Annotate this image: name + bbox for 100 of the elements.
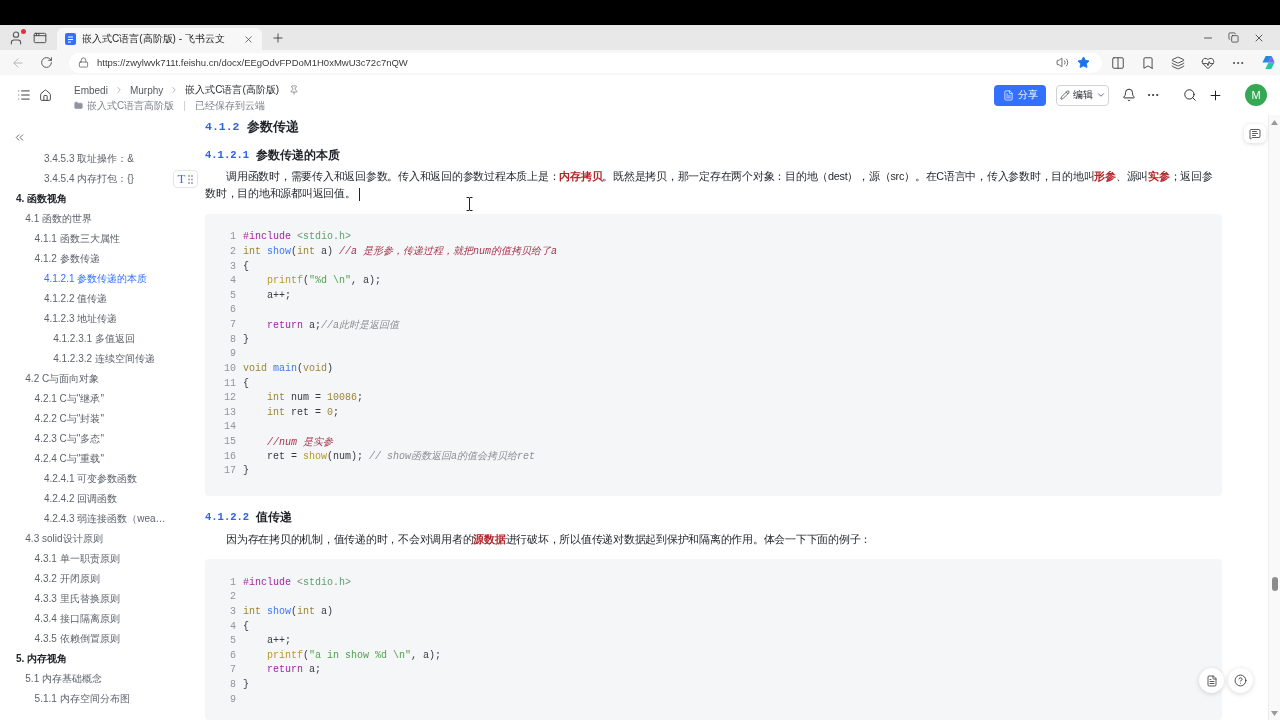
document-icon	[1205, 674, 1218, 687]
toc-item[interactable]: 3.4.5.4 内存打包：{}	[43, 169, 134, 189]
code-line: //num 是实参	[267, 435, 334, 449]
share-button[interactable]: 分享	[994, 84, 1046, 106]
line-number: 8	[229, 333, 236, 345]
code-line: int ret = 0;	[267, 406, 340, 418]
speaker-icon[interactable]	[1056, 56, 1069, 69]
person-icon[interactable]	[8, 29, 24, 46]
toc-item[interactable]: 4.1.2.3.2 连续空间传递	[53, 349, 155, 369]
code-line: a++;	[267, 635, 292, 647]
toc-item[interactable]: 4.3 solid设计原则	[25, 529, 103, 549]
toc-item[interactable]: 4.1.2.2 值传递	[43, 289, 108, 309]
breadcrumb-link[interactable]: Embedi	[74, 84, 108, 96]
toc-item[interactable]: 4.1.2.3 地址传递	[43, 309, 118, 329]
toc-item[interactable]: 4.3.5 依赖倒置原则	[34, 629, 120, 649]
toc-item[interactable]: 5.1 内存基础概念	[25, 669, 102, 689]
folder-link[interactable]: 嵌入式C语言高阶版	[87, 98, 175, 113]
edit-button[interactable]: 编辑	[1056, 84, 1109, 106]
toc-item[interactable]: 4.3.1 单一职责原则	[34, 549, 120, 569]
toc-item[interactable]: 3.4.5.3 取址操作：&	[43, 149, 134, 169]
split-screen-icon[interactable]	[1111, 55, 1125, 70]
line-number: 9	[229, 693, 236, 705]
code-line: }	[243, 333, 249, 345]
heart-pulse-icon[interactable]	[1201, 55, 1215, 70]
close-icon[interactable]	[243, 33, 254, 45]
toc-item[interactable]: 4.1 函数的世界	[25, 209, 92, 229]
line-number: 5	[229, 635, 236, 647]
heading: 值传递	[256, 508, 293, 526]
layers-icon[interactable]	[1171, 55, 1185, 70]
browser-tab[interactable]: 嵌入式C语言(高阶版) - 飞书云文	[57, 28, 262, 50]
toc-item[interactable]: 4. 函数视角	[16, 189, 68, 209]
code-line: ret = show(num); // show函数返回a的值会拷贝给ret	[267, 450, 536, 464]
line-number: 1	[229, 576, 236, 588]
code-line: #include <stdio.h>	[243, 576, 352, 588]
notification-dot-icon	[21, 28, 26, 34]
list-icon[interactable]	[17, 88, 31, 102]
search-icon[interactable]	[1183, 88, 1197, 102]
code-line: void main(void)	[243, 363, 334, 374]
pin-icon[interactable]	[289, 85, 300, 95]
toc-item[interactable]: 4.1.2.3.1 多值返回	[53, 329, 135, 349]
toc-item[interactable]: 5.1.1 内存空间分布图	[34, 689, 130, 709]
toc-item[interactable]: 4.1.2.1 参数传递的本质	[43, 269, 148, 289]
toc-item[interactable]: 4.3.4 接口隔离原则	[34, 609, 120, 629]
line-number: 17	[223, 465, 236, 477]
heading-number: 4.1.2.2	[205, 511, 250, 524]
toc-item[interactable]: 4.2.4.2 回调函数	[43, 489, 118, 509]
up-arrow-icon[interactable]	[1271, 120, 1278, 125]
refresh-icon[interactable]	[40, 56, 53, 69]
toc-item[interactable]: 4.1.2 参数传递	[34, 249, 100, 269]
bookmark-icon[interactable]	[1141, 55, 1155, 70]
line-number: 14	[223, 421, 236, 433]
scrollbar-thumb[interactable]	[1271, 577, 1278, 591]
code-line: return a;	[267, 664, 322, 676]
restore-icon[interactable]	[1228, 32, 1239, 43]
toc-item[interactable]: 4.1.1 函数三大属性	[34, 229, 120, 249]
down-arrow-icon[interactable]	[1271, 711, 1278, 716]
heading-number: 4.1.2.1	[205, 149, 250, 162]
window-icon[interactable]	[33, 30, 47, 45]
help-icon	[1234, 674, 1247, 687]
code-line: }	[243, 465, 249, 477]
line-number: 1	[229, 231, 236, 243]
line-number: 3	[229, 605, 236, 617]
star-icon[interactable]	[1077, 56, 1090, 69]
toc-item[interactable]: 4.2.3 C与"多态"	[34, 429, 104, 449]
comment-button[interactable]	[1244, 124, 1266, 143]
new-tab-icon[interactable]	[271, 30, 285, 45]
toc-item[interactable]: 4.2 C与面向对象	[25, 369, 100, 389]
toc-item[interactable]: 4.2.4 C与"重载"	[34, 449, 104, 469]
url-text: https://zwylwvk711t.feishu.cn/docx/EEgOdvFPDoM1H0xMwU3c72c7nQW	[97, 57, 408, 68]
breadcrumb-link[interactable]: 嵌入式C语言(高阶版)	[185, 83, 280, 97]
save-status: 已经保存到云端	[195, 98, 266, 113]
code-line: {	[243, 620, 249, 632]
line-number: 7	[229, 319, 236, 331]
code-line: }	[243, 679, 249, 690]
toc-item[interactable]: 4.2.1 C与"继承"	[34, 389, 104, 409]
line-number: 8	[229, 679, 236, 690]
colorful-logo-icon[interactable]	[1261, 55, 1276, 70]
toc-item[interactable]: 4.3.2 开闭原则	[34, 569, 100, 589]
lock-icon	[78, 57, 89, 68]
line-number: 6	[229, 304, 236, 316]
address-bar[interactable]: https://zwylwvk711t.feishu.cn/docx/EEgOdvFPDoM1H0xMwU3c72c7nQW	[69, 52, 1102, 73]
home-icon[interactable]	[39, 88, 52, 102]
bell-icon[interactable]	[1122, 88, 1136, 102]
document-favicon-icon	[65, 33, 76, 45]
heading: 参数传递的本质	[256, 146, 341, 164]
document-icon	[1002, 89, 1014, 101]
code-line: {	[243, 377, 249, 389]
toc-item[interactable]: 4.3.3 里氏替换原则	[34, 589, 120, 609]
toc-item[interactable]: 4.2.4.3 弱连接函数（wea…	[43, 509, 166, 529]
block-type-button[interactable]: T	[173, 170, 198, 188]
line-number: 9	[229, 348, 236, 360]
code-line: int num = 10086;	[267, 392, 364, 404]
toc-item[interactable]: 5. 内存视角	[16, 649, 68, 669]
toc-item[interactable]: 4.2.2 C与"封装"	[34, 409, 104, 429]
plus-icon[interactable]	[1208, 87, 1223, 103]
code-line: int show(int a)	[243, 605, 334, 617]
toc-item[interactable]: 4.2.4.1 可变参数函数	[43, 469, 138, 489]
breadcrumb-link[interactable]: Murphy	[129, 84, 164, 96]
line-number: 2	[229, 591, 236, 603]
help-button[interactable]	[1228, 668, 1253, 693]
